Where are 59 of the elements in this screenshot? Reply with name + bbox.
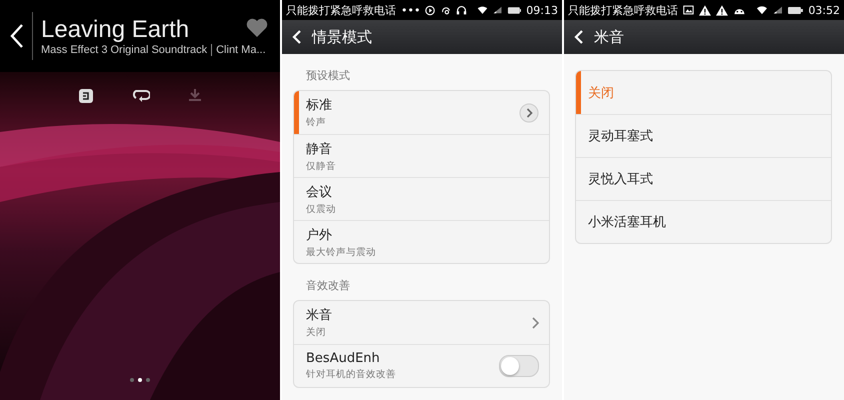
artist-name: Clint Ma... bbox=[216, 44, 266, 56]
item-title: 户外 bbox=[306, 226, 333, 244]
repeat-icon[interactable] bbox=[132, 88, 150, 102]
battery-icon bbox=[787, 6, 804, 14]
item-title: 米音 bbox=[306, 307, 333, 324]
wifi-icon bbox=[756, 5, 768, 15]
profile-item[interactable]: 户外 最大铃声与震动 bbox=[294, 220, 549, 263]
item-subtitle: 仅静音 bbox=[306, 160, 337, 172]
warning-icon bbox=[698, 4, 711, 16]
warning-icon bbox=[716, 4, 728, 16]
screen-title: 情景模式 bbox=[312, 28, 372, 46]
option-item[interactable]: 灵悦入耳式 bbox=[576, 157, 831, 200]
item-title: 静音 bbox=[306, 140, 333, 158]
item-subtitle: 针对耳机的音效改善 bbox=[306, 368, 397, 381]
item-subtitle: 最大铃声与震动 bbox=[306, 246, 377, 258]
status-time: 03:52 bbox=[808, 4, 840, 16]
item-title: 标准 bbox=[306, 97, 333, 114]
option-label: 小米活塞耳机 bbox=[588, 214, 666, 231]
back-icon[interactable] bbox=[10, 23, 24, 49]
page-dot[interactable] bbox=[130, 378, 134, 382]
profile-item[interactable]: 标准 铃声 bbox=[294, 91, 549, 134]
option-label: 灵悦入耳式 bbox=[588, 171, 653, 188]
item-subtitle: 仅震动 bbox=[306, 202, 337, 216]
lyrics-icon[interactable] bbox=[78, 88, 94, 104]
option-item[interactable]: 灵动耳塞式 bbox=[576, 114, 831, 157]
item-title: BesAudEnh bbox=[306, 351, 381, 366]
album-name: Mass Effect 3 Original Soundtrack bbox=[41, 44, 208, 56]
back-icon[interactable] bbox=[574, 29, 584, 45]
play-circle-icon bbox=[425, 4, 436, 16]
signal-icon bbox=[772, 5, 782, 15]
headphones-icon bbox=[456, 4, 467, 16]
back-icon[interactable] bbox=[292, 29, 302, 45]
battery-icon bbox=[506, 6, 522, 14]
item-subtitle: 铃声 bbox=[306, 116, 327, 129]
image-icon bbox=[683, 5, 694, 15]
profile-item[interactable]: 米音 关闭 bbox=[294, 301, 549, 344]
profile-item[interactable]: 静音 仅静音 bbox=[294, 134, 549, 177]
item-title: 会议 bbox=[306, 184, 333, 200]
profile-item[interactable]: BesAudEnh 针对耳机的音效改善 bbox=[294, 344, 549, 387]
headset-icon bbox=[440, 4, 451, 16]
wifi-icon bbox=[476, 5, 488, 15]
status-notice: 只能拨打紧急呼救电话 bbox=[568, 2, 678, 18]
screen-title: 米音 bbox=[594, 28, 624, 46]
page-dot[interactable] bbox=[146, 378, 150, 382]
option-label: 灵动耳塞式 bbox=[588, 128, 653, 145]
toggle-switch[interactable] bbox=[499, 355, 539, 377]
signal-icon bbox=[492, 5, 502, 15]
section-label: 音效改善 bbox=[305, 278, 351, 294]
page-dot[interactable] bbox=[138, 378, 142, 382]
item-subtitle: 关闭 bbox=[306, 326, 327, 339]
section-label: 预设模式 bbox=[305, 68, 351, 84]
song-title: Leaving Earth bbox=[41, 16, 190, 44]
status-time: 09:13 bbox=[526, 4, 558, 16]
option-item[interactable]: 小米活塞耳机 bbox=[576, 200, 831, 243]
status-notice: 只能拨打紧急呼救电话 bbox=[286, 2, 396, 18]
option-label: 关闭 bbox=[588, 84, 614, 102]
more-indicator: ••• bbox=[401, 4, 420, 16]
profile-item[interactable]: 会议 仅震动 bbox=[294, 177, 549, 220]
heart-icon[interactable] bbox=[246, 18, 268, 38]
